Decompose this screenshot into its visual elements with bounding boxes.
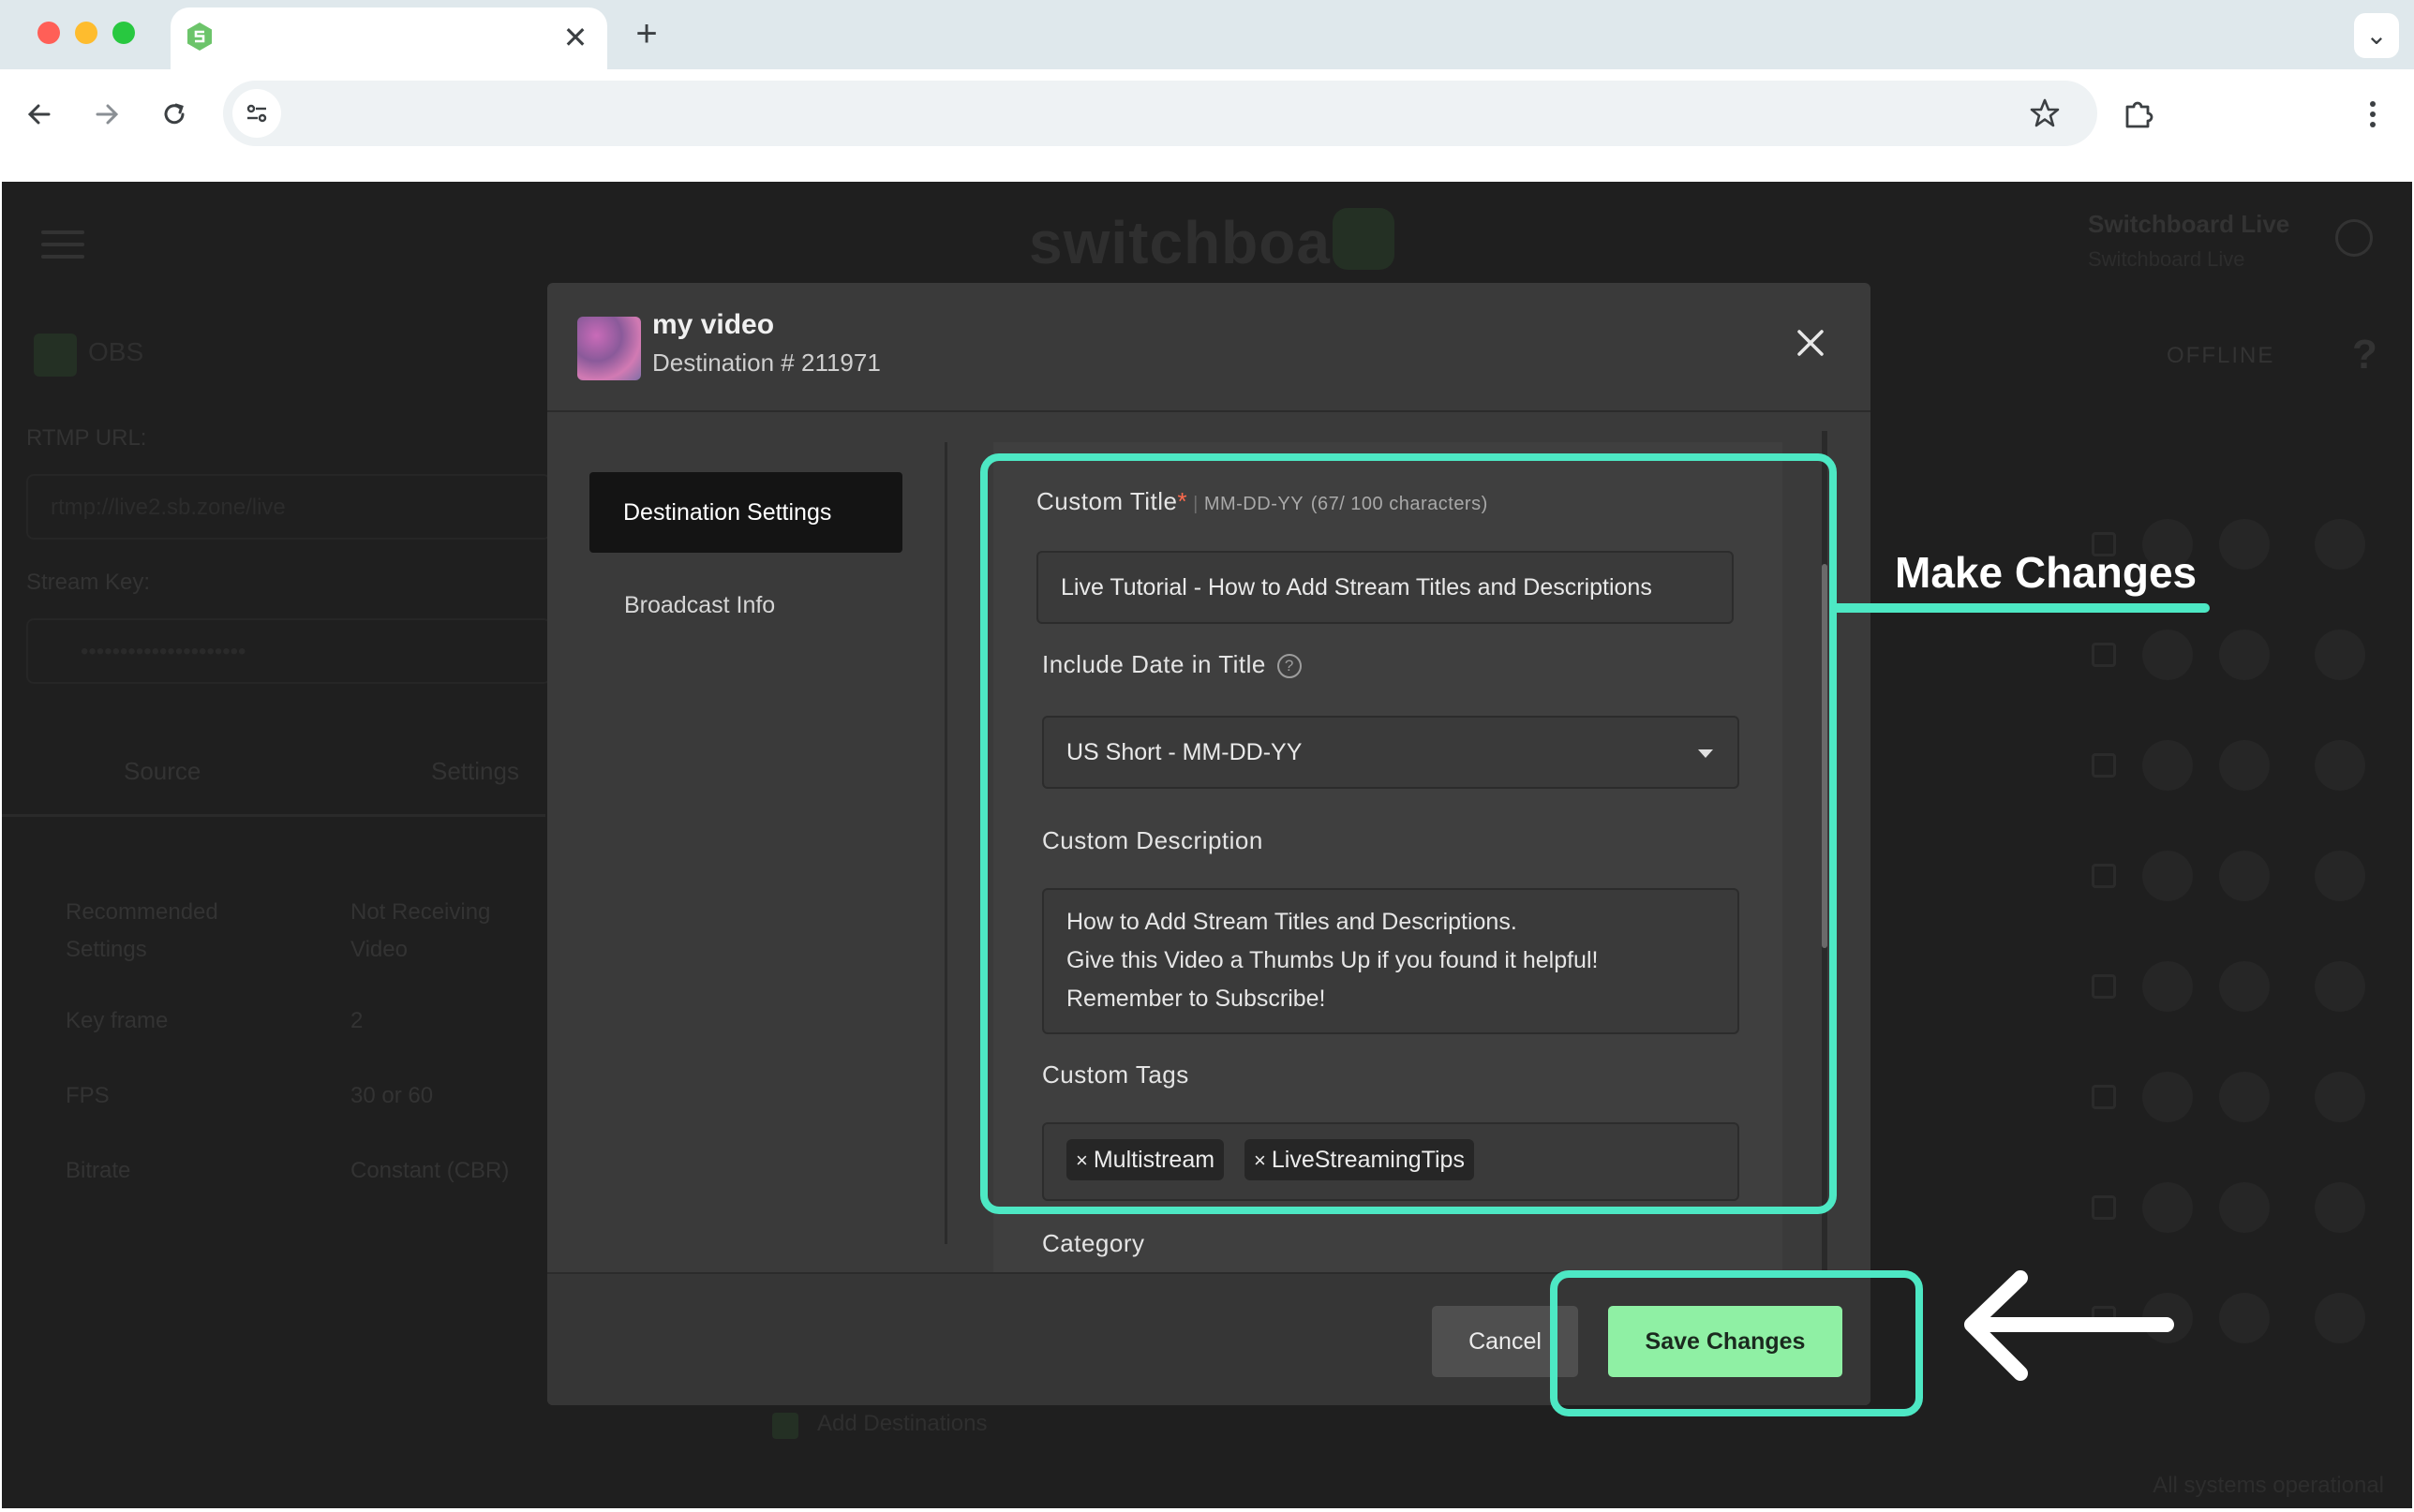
destination-row-actions — [2064, 740, 2382, 796]
destination-thumbnail — [577, 317, 641, 380]
arrow-left-annotation-icon — [1964, 1270, 2174, 1381]
add-destination-icon — [772, 1413, 798, 1439]
new-tab-button[interactable]: + — [626, 15, 667, 56]
destination-number: Destination # 211971 — [652, 348, 881, 377]
settings-row-value: 30 or 60 — [350, 1083, 434, 1108]
settings-row-label: Bitrate — [66, 1158, 131, 1183]
sidebar-item-broadcast-info[interactable]: Broadcast Info — [624, 592, 775, 619]
source-name: OBS — [88, 337, 144, 366]
account-name: Switchboard Live — [2088, 210, 2290, 238]
settings-row-label: FPS — [66, 1083, 110, 1108]
arrow-right-icon — [96, 104, 119, 125]
rtmp-url-field[interactable]: rtmp://live2.sb.zone/live — [26, 474, 551, 540]
reload-icon — [164, 103, 185, 125]
address-bar[interactable] — [223, 81, 2097, 146]
tab-settings[interactable]: Settings — [431, 757, 519, 786]
destination-row-actions — [2064, 1072, 2382, 1128]
back-button[interactable] — [17, 92, 62, 137]
modal-title: my video — [652, 309, 775, 340]
switchboard-logo-icon — [1333, 208, 1394, 270]
help-question-icon[interactable]: ? — [2352, 332, 2377, 378]
user-avatar-icon[interactable] — [2335, 219, 2373, 257]
annotation-connector-line — [1829, 603, 2210, 613]
bookmark-star-icon[interactable] — [2022, 91, 2067, 136]
destination-row-actions — [2064, 851, 2382, 907]
make-changes-annotation: Make Changes — [1895, 548, 2198, 597]
window-close-button[interactable] — [37, 22, 60, 44]
sidebar-divider — [945, 442, 947, 1244]
destination-row-actions — [2064, 961, 2382, 1017]
account-subtitle: Switchboard Live — [2088, 247, 2245, 271]
site-settings-icon[interactable] — [232, 89, 281, 138]
window-minimize-button[interactable] — [75, 22, 97, 44]
add-destinations-link[interactable]: Add Destinations — [817, 1411, 987, 1437]
rtmp-url-value: rtmp://live2.sb.zone/live — [51, 495, 286, 520]
browser-tab[interactable]: ✕ — [171, 7, 607, 69]
browser-menu-icon[interactable] — [2350, 92, 2395, 137]
obs-source-icon — [34, 334, 77, 377]
settings-row-label: Recommended Settings — [66, 899, 218, 962]
destination-row-actions — [2064, 1182, 2382, 1238]
hamburger-menu-icon[interactable] — [41, 230, 84, 259]
sidebar-item-destination-settings[interactable]: Destination Settings — [589, 472, 902, 553]
modal-header: my video Destination # 211971 — [547, 283, 1870, 412]
switchboard-favicon-icon — [187, 22, 212, 51]
browser-tabstrip: ✕ + ⌄ — [0, 0, 2414, 69]
stream-key-field[interactable]: ••••••••••••••••••••• — [26, 618, 551, 684]
form-highlight-box — [980, 453, 1837, 1214]
settings-row-value: 2 — [350, 1008, 364, 1033]
settings-row-value: Not Receiving Video — [350, 899, 491, 962]
save-highlight-box — [1550, 1270, 1923, 1416]
settings-row-label: Key frame — [66, 1008, 169, 1033]
system-status: All systems operational — [2153, 1473, 2384, 1498]
destination-row-actions — [2064, 630, 2382, 686]
reload-button[interactable] — [152, 92, 197, 137]
stream-key-value: ••••••••••••••••••••• — [81, 639, 246, 664]
category-label: Category — [1042, 1229, 1145, 1257]
window-zoom-button[interactable] — [112, 22, 135, 44]
arrow-left-icon — [27, 104, 51, 125]
browser-toolbar — [0, 69, 2414, 182]
stream-key-label: Stream Key: — [26, 570, 151, 595]
modal-close-button[interactable] — [1784, 317, 1837, 369]
extensions-puzzle-icon[interactable] — [2116, 92, 2161, 137]
status-badge: OFFLINE — [2167, 343, 2275, 368]
close-icon — [1797, 330, 1824, 356]
rtmp-url-label: RTMP URL: — [26, 425, 147, 451]
tab-close-icon[interactable]: ✕ — [557, 19, 594, 56]
source-tabs: Source Settings — [2, 725, 545, 817]
modal-sidebar: Destination Settings Broadcast Info — [547, 412, 945, 1255]
tab-search-button[interactable]: ⌄ — [2354, 13, 2399, 58]
settings-row-value: Constant (CBR) — [350, 1158, 510, 1183]
forward-button[interactable] — [84, 92, 129, 137]
tab-source[interactable]: Source — [124, 757, 201, 786]
